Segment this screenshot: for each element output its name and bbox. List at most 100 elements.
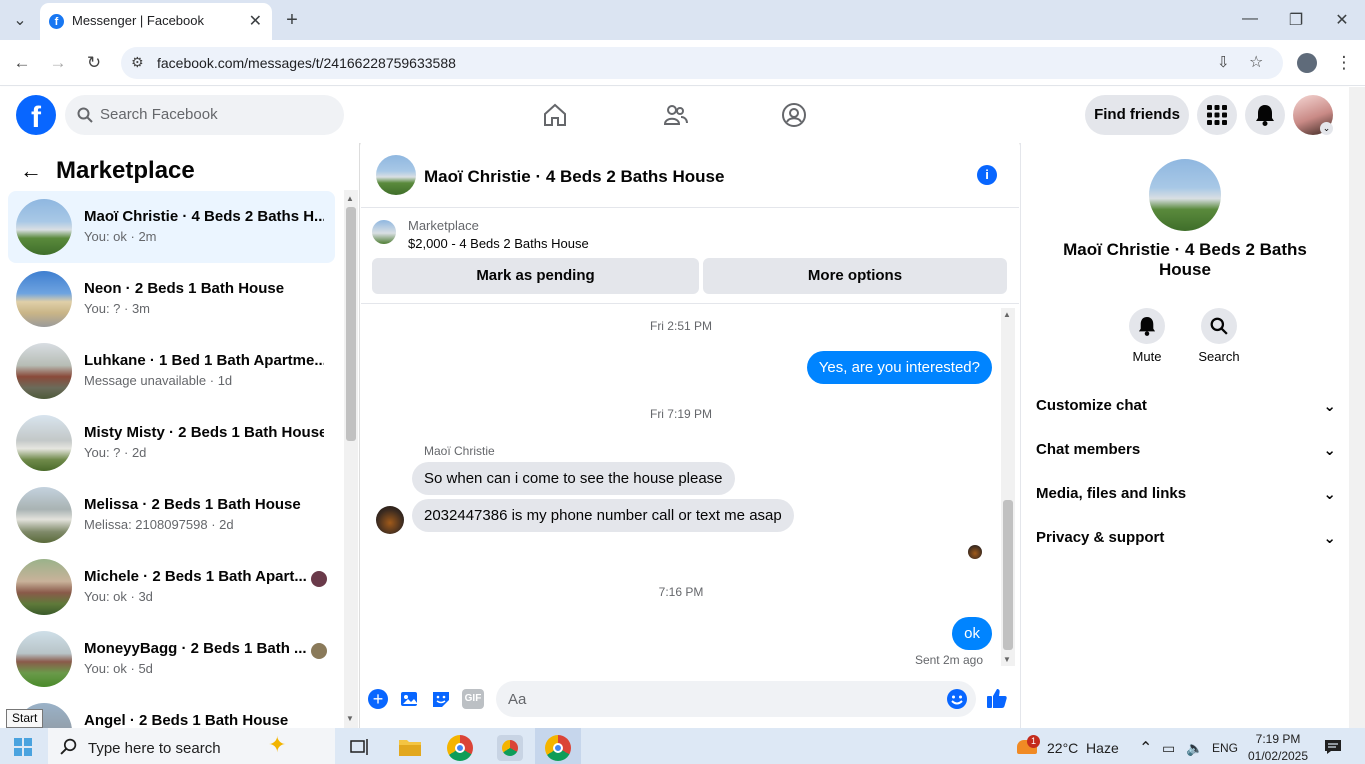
- message-timestamp: 7:16 PM: [658, 585, 704, 599]
- file-explorer-icon[interactable]: [398, 737, 422, 757]
- reload-icon[interactable]: ↻: [80, 53, 108, 73]
- active-taskbar-app[interactable]: [535, 728, 581, 764]
- mute-button[interactable]: [1129, 308, 1165, 344]
- battery-icon[interactable]: ▭: [1162, 740, 1175, 757]
- tab-title: Messenger | Facebook: [72, 13, 204, 28]
- home-icon[interactable]: [542, 102, 568, 128]
- conversation-item[interactable]: Maoï Christie · 4 Beds 2 Baths H... You:…: [8, 191, 335, 263]
- message-input[interactable]: Aa: [496, 681, 976, 717]
- chat-title[interactable]: Maoï Christie · 4 Beds 2 Baths House: [424, 167, 724, 187]
- conversation-item[interactable]: Melissa · 2 Beds 1 Bath House Melissa: 2…: [8, 479, 335, 551]
- find-friends-button[interactable]: Find friends: [1085, 95, 1189, 135]
- privacy-support-label: Privacy & support: [1036, 529, 1165, 546]
- scroll-up-arrow-icon[interactable]: ▲: [346, 194, 354, 203]
- chevron-down-icon: ⌄: [1323, 530, 1336, 547]
- info-icon[interactable]: i: [977, 165, 997, 185]
- profile-icon[interactable]: [1297, 53, 1317, 73]
- minimize-icon[interactable]: —: [1238, 10, 1262, 28]
- customize-chat-item[interactable]: Customize chat ⌄: [1036, 397, 1336, 415]
- browser-tab[interactable]: f Messenger | Facebook ✕: [40, 3, 272, 40]
- window-close-icon[interactable]: ✕: [1330, 10, 1354, 30]
- chat-members-label: Chat members: [1036, 441, 1141, 458]
- search-label: Search: [1198, 349, 1240, 364]
- forward-icon[interactable]: →: [44, 53, 72, 73]
- address-bar[interactable]: ⚙ facebook.com/messages/t/24166228759633…: [121, 47, 1283, 79]
- outgoing-message[interactable]: Yes, are you interested?: [806, 351, 992, 384]
- conversation-list-scroll-thumb[interactable]: [346, 207, 356, 441]
- chrome-icon: [545, 735, 571, 761]
- outgoing-bubble: ok: [952, 617, 992, 650]
- conversation-preview: You: ok · 2m: [84, 229, 157, 244]
- details-name: Maoï Christie · 4 Beds 2 Baths House: [1063, 240, 1307, 279]
- chrome-app-icon[interactable]: [497, 735, 523, 761]
- listing-thumbnail: [16, 487, 72, 543]
- conversation-item[interactable]: Misty Misty · 2 Beds 1 Bath House You: ?…: [8, 407, 335, 479]
- listing-price-title[interactable]: $2,000 - 4 Beds 2 Baths House: [408, 236, 589, 251]
- weather-text[interactable]: 22°C Haze: [1047, 740, 1119, 756]
- chrome-icon[interactable]: [447, 735, 473, 761]
- grid-icon: [1207, 105, 1227, 125]
- groups-icon[interactable]: [781, 102, 807, 128]
- chat-scroll-down-icon[interactable]: ▼: [1003, 655, 1011, 664]
- incoming-message[interactable]: 2032447386 is my phone number call or te…: [412, 499, 794, 532]
- install-app-icon[interactable]: ⇩: [1217, 53, 1230, 71]
- restore-icon[interactable]: ❐: [1284, 10, 1308, 30]
- conversation-name: Neon · 2 Beds 1 Bath House: [84, 280, 285, 297]
- windows-start-icon[interactable]: [14, 738, 32, 756]
- back-icon[interactable]: ←: [8, 53, 36, 73]
- conversation-item[interactable]: Luhkane · 1 Bed 1 Bath Apartme... Messag…: [8, 335, 335, 407]
- tray-chevron-icon[interactable]: ⌃: [1139, 738, 1152, 758]
- conversation-name: Melissa · 2 Beds 1 Bath House: [84, 496, 301, 513]
- conversation-item[interactable]: Angel · 2 Beds 1 Bath House: [8, 695, 335, 728]
- chat-members-item[interactable]: Chat members ⌄: [1036, 441, 1336, 459]
- mute-label: Mute: [1132, 349, 1162, 364]
- page-scrollbar[interactable]: [1349, 87, 1365, 728]
- back-arrow-icon[interactable]: ←: [20, 158, 42, 184]
- details-avatar[interactable]: [1149, 159, 1221, 231]
- more-options-button[interactable]: More options: [703, 258, 1007, 294]
- start-tooltip: Start: [6, 709, 44, 728]
- browser-menu-icon[interactable]: ⋮: [1330, 53, 1358, 73]
- listing-small-thumbnail: [372, 220, 396, 244]
- notifications-button[interactable]: [1245, 95, 1285, 135]
- chat-scroll-up-icon[interactable]: ▲: [1003, 310, 1011, 319]
- notification-center-icon[interactable]: [1324, 739, 1342, 755]
- menu-grid-button[interactable]: [1197, 95, 1237, 135]
- bookmark-star-icon[interactable]: ☆: [1249, 52, 1263, 72]
- chat-avatar[interactable]: [376, 155, 416, 195]
- task-view-icon[interactable]: [350, 738, 370, 756]
- taskbar-search-box[interactable]: Type here to search ✦: [48, 728, 335, 764]
- conversation-item[interactable]: MoneyyBagg · 2 Beds 1 Bath ... You: ok ·…: [8, 623, 335, 695]
- site-info-icon[interactable]: ⚙: [131, 54, 144, 71]
- conversation-item[interactable]: Michele · 2 Beds 1 Bath Apart... You: ok…: [8, 551, 335, 623]
- thumbs-up-icon[interactable]: [986, 687, 1008, 709]
- sender-avatar[interactable]: [376, 506, 404, 534]
- chat-scroll-thumb[interactable]: [1003, 500, 1013, 650]
- new-tab-icon[interactable]: +: [280, 9, 304, 32]
- account-chevron-icon[interactable]: ⌄: [1320, 122, 1333, 135]
- sticker-icon[interactable]: [431, 689, 451, 709]
- facebook-search-input[interactable]: Search Facebook: [65, 95, 344, 135]
- more-actions-plus-icon[interactable]: +: [368, 689, 388, 709]
- photo-icon[interactable]: [400, 689, 420, 709]
- volume-icon[interactable]: 🔈: [1186, 740, 1203, 757]
- tab-search-chevron-icon[interactable]: ⌄: [8, 10, 32, 30]
- conversation-item[interactable]: Neon · 2 Beds 1 Bath House You: ? · 3m: [8, 263, 335, 335]
- emoji-icon[interactable]: [946, 688, 968, 710]
- incoming-message[interactable]: So when can i come to see the house plea…: [412, 462, 735, 495]
- clock-time[interactable]: 7:19 PM: [1248, 732, 1308, 746]
- friends-icon[interactable]: [662, 102, 688, 128]
- tab-close-icon[interactable]: ✕: [249, 11, 262, 31]
- language-indicator[interactable]: ENG: [1212, 741, 1238, 755]
- outgoing-message[interactable]: ok: [952, 617, 992, 650]
- media-files-links-item[interactable]: Media, files and links ⌄: [1036, 485, 1336, 503]
- search-placeholder: Search Facebook: [100, 106, 218, 123]
- clock-date[interactable]: 01/02/2025: [1244, 749, 1312, 763]
- search-in-chat-button[interactable]: [1201, 308, 1237, 344]
- facebook-logo[interactable]: f: [16, 95, 56, 135]
- listing-thumbnail: [16, 343, 72, 399]
- scroll-down-arrow-icon[interactable]: ▼: [346, 714, 354, 723]
- privacy-support-item[interactable]: Privacy & support ⌄: [1036, 529, 1336, 547]
- gif-icon[interactable]: GIF: [462, 689, 484, 709]
- mark-as-pending-button[interactable]: Mark as pending: [372, 258, 699, 294]
